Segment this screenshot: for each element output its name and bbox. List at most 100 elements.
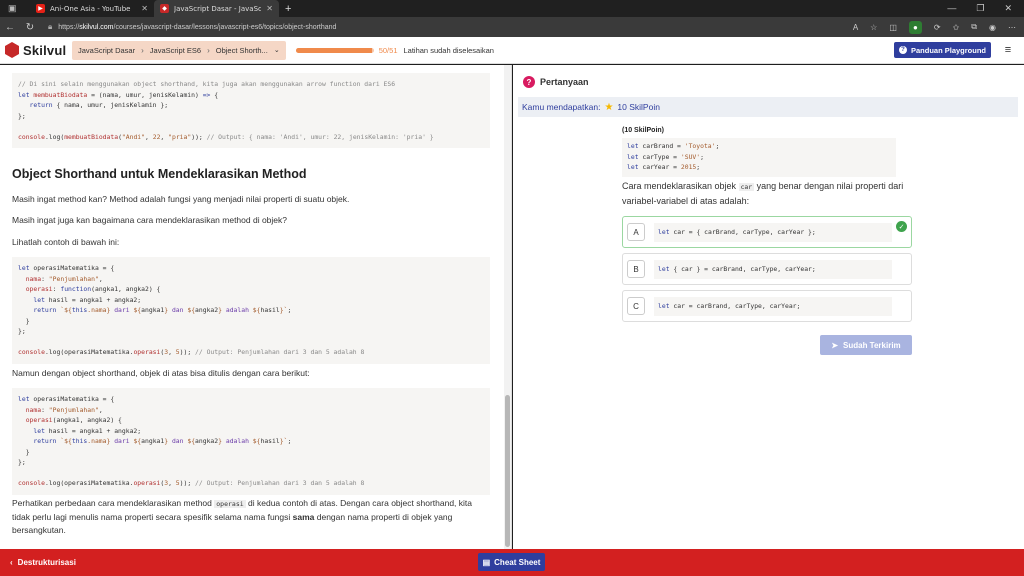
more-menu-icon[interactable]: ⋯ <box>1008 23 1016 32</box>
question-title: Pertanyaan <box>540 77 589 87</box>
code-line: let carYear = 2015; <box>627 163 701 171</box>
browser-tab-youtube[interactable]: ▶ Ani-One Asia - YouTube ✕ <box>30 0 154 17</box>
new-tab-icon[interactable]: + <box>279 3 297 15</box>
reward-banner: Kamu mendapatkan: ★ 10 SkilPoin <box>518 97 1018 117</box>
code-line: ​ <box>18 468 484 479</box>
profile-icon[interactable]: ◉ <box>989 23 996 32</box>
submitted-button[interactable]: ➤ Sudah Terkirim <box>820 335 912 355</box>
code-line: // Di sini selain menggunakan object sho… <box>18 80 396 88</box>
extension-icon[interactable]: ◫ <box>889 23 897 32</box>
section-heading: Object Shorthand untuk Mendeklarasikan M… <box>12 167 307 181</box>
question-code: let carBrand = 'Toyota'; let carType = 'S… <box>622 138 896 177</box>
code-line: }; <box>18 458 26 466</box>
check-icon: ✓ <box>896 221 907 232</box>
option-code: let car = { carBrand, carType, carYear }… <box>654 222 892 242</box>
code-block-method-function: let operasiMatematika = { nama: "Penjuml… <box>12 257 490 364</box>
previous-topic-label: Destrukturisasi <box>17 558 76 567</box>
maximize-icon[interactable]: ❐ <box>976 3 984 14</box>
extension-green-icon[interactable]: ● <box>908 20 922 34</box>
skilvul-logo-mark <box>5 42 19 58</box>
option-b[interactable]: B let { car } = carBrand, carType, carYe… <box>622 253 912 285</box>
footer-bar: ‹ Destrukturisasi ▤ Cheat Sheet <box>0 549 1024 576</box>
window-menu-icon[interactable]: ▣ <box>0 0 30 17</box>
option-code: let { car } = carBrand, carType, carYear… <box>654 259 892 279</box>
question-icon: ? <box>523 76 535 88</box>
code-line: operasi: function(angka1, angka2) { <box>25 285 161 293</box>
breadcrumb-course[interactable]: JavaScript Dasar <box>72 41 141 60</box>
code-line: nama: "Penjumlahan", <box>25 274 103 283</box>
star-icon: ★ <box>604 101 614 113</box>
option-c[interactable]: C let car = carBrand, carType, carYear; <box>622 290 912 322</box>
chevron-left-icon: ‹ <box>10 558 13 567</box>
close-tab-icon[interactable]: ✕ <box>141 4 148 13</box>
cheat-sheet-button[interactable]: ▤ Cheat Sheet <box>478 553 545 571</box>
document-icon: ▤ <box>482 557 491 567</box>
tab-title: Ani-One Asia - YouTube <box>50 4 131 13</box>
lesson-scrollbar[interactable] <box>504 65 511 549</box>
favorite-star-icon[interactable]: ☆ <box>870 23 877 32</box>
code-line: let operasiMatematika = { <box>18 395 115 403</box>
paragraph-reminder: Masih ingat juga kan bagaimana cara mend… <box>12 215 288 225</box>
guide-button[interactable]: ? Panduan Playground <box>894 42 991 58</box>
progress-count: 50/51 <box>378 45 398 55</box>
question-panel: ? Pertanyaan Kamu mendapatkan: ★ 10 Skil… <box>513 65 1024 549</box>
code-line: operasi(angka1, angka2) { <box>25 416 122 424</box>
option-a[interactable]: A let car = { carBrand, carType, carYear… <box>622 216 912 248</box>
code-line: let car = carBrand, carType, carYear; <box>658 302 801 310</box>
lesson-panel: // Di sini selain menggunakan object sho… <box>0 65 512 549</box>
option-letter: C <box>627 297 645 315</box>
window-controls: — ❐ ✕ <box>947 3 1024 14</box>
code-line: return `${this.nama} dari ${angka1} dan … <box>33 437 292 445</box>
code-line: return `${this.nama} dari ${angka1} dan … <box>33 306 292 314</box>
paragraph-shorthand: Namun dengan object shorthand, objek di … <box>12 368 310 378</box>
logo-text: Skilvul <box>23 42 67 58</box>
paragraph-example: Lihatlah contoh di bawah ini: <box>12 237 120 247</box>
breadcrumb-lesson[interactable]: JavaScript ES6 <box>144 41 207 60</box>
code-block-arrow-function: // Di sini selain menggunakan object sho… <box>12 73 490 148</box>
question-points: (10 SkilPoin) <box>622 127 665 134</box>
close-tab-icon[interactable]: ✕ <box>266 4 273 13</box>
browser-tab-skilvul[interactable]: ◆ JavaScript Dasar - JavaScript ES6 ✕ <box>154 0 279 17</box>
browser-toolbar: A ☆ ◫ ● ⟳ ✩ ⧉ ◉ ⋯ <box>853 20 1024 34</box>
scrollbar-thumb[interactable] <box>505 395 510 547</box>
url-text: https://skilvul.com/courses/javascript-d… <box>58 23 337 31</box>
code-line: let carType = 'SUV'; <box>627 152 704 161</box>
read-aloud-icon[interactable]: A <box>853 23 858 32</box>
youtube-icon: ▶ <box>36 4 45 13</box>
code-line: ​ <box>18 121 484 132</box>
back-arrow-icon[interactable]: ← <box>0 22 20 33</box>
hamburger-menu-icon[interactable]: ≡ <box>998 44 1018 56</box>
progress-fill <box>295 47 373 53</box>
close-window-icon[interactable]: ✕ <box>1004 3 1012 14</box>
code-line: } <box>18 316 30 325</box>
address-bar-row: ← ↻ 🔒︎ https://skilvul.com/courses/javas… <box>0 17 1024 37</box>
minimize-icon[interactable]: — <box>947 3 956 14</box>
chevron-down-icon[interactable]: ⌄ <box>274 46 286 54</box>
tab-title: JavaScript Dasar - JavaScript ES6 <box>174 4 262 13</box>
previous-topic-link[interactable]: ‹ Destrukturisasi <box>0 558 76 567</box>
guide-button-label: Panduan Playground <box>910 45 986 55</box>
code-line: ​ <box>18 337 484 348</box>
reload-icon[interactable]: ↻ <box>20 22 40 33</box>
browser-refresh-icon[interactable]: ⟳ <box>934 23 941 32</box>
option-code: let car = carBrand, carType, carYear; <box>654 296 892 316</box>
code-line: return { nama, umur, jenisKelamin }; <box>29 101 169 109</box>
app-header: Skilvul JavaScript Dasar › JavaScript ES… <box>0 37 1024 64</box>
skilvul-logo[interactable]: Skilvul <box>0 42 70 58</box>
code-line: let operasiMatematika = { <box>18 264 115 272</box>
reward-value: 10 SkilPoin <box>617 102 660 112</box>
code-line: console.log(membuatBiodata("Andi", 22, "… <box>18 132 434 141</box>
progress-bar <box>295 47 374 53</box>
collections-icon[interactable]: ⧉ <box>971 22 977 32</box>
send-icon: ➤ <box>831 340 839 350</box>
url-field[interactable]: 🔒︎ https://skilvul.com/courses/javascrip… <box>44 20 784 35</box>
skilvul-icon: ◆ <box>160 4 169 13</box>
favorites-icon[interactable]: ✩ <box>953 23 960 32</box>
breadcrumb-topic[interactable]: Object Shorth... <box>210 41 274 60</box>
code-line: let { car } = carBrand, carType, carYear… <box>658 265 816 273</box>
option-letter: A <box>627 223 645 241</box>
browser-titlebar: ▣ ▶ Ani-One Asia - YouTube ✕ ◆ JavaScrip… <box>0 0 1024 17</box>
breadcrumb: JavaScript Dasar › JavaScript ES6 › Obje… <box>72 40 286 60</box>
code-line: nama: "Penjumlahan", <box>25 405 103 414</box>
paragraph-method: Masih ingat method kan? Method adalah fu… <box>12 194 350 204</box>
